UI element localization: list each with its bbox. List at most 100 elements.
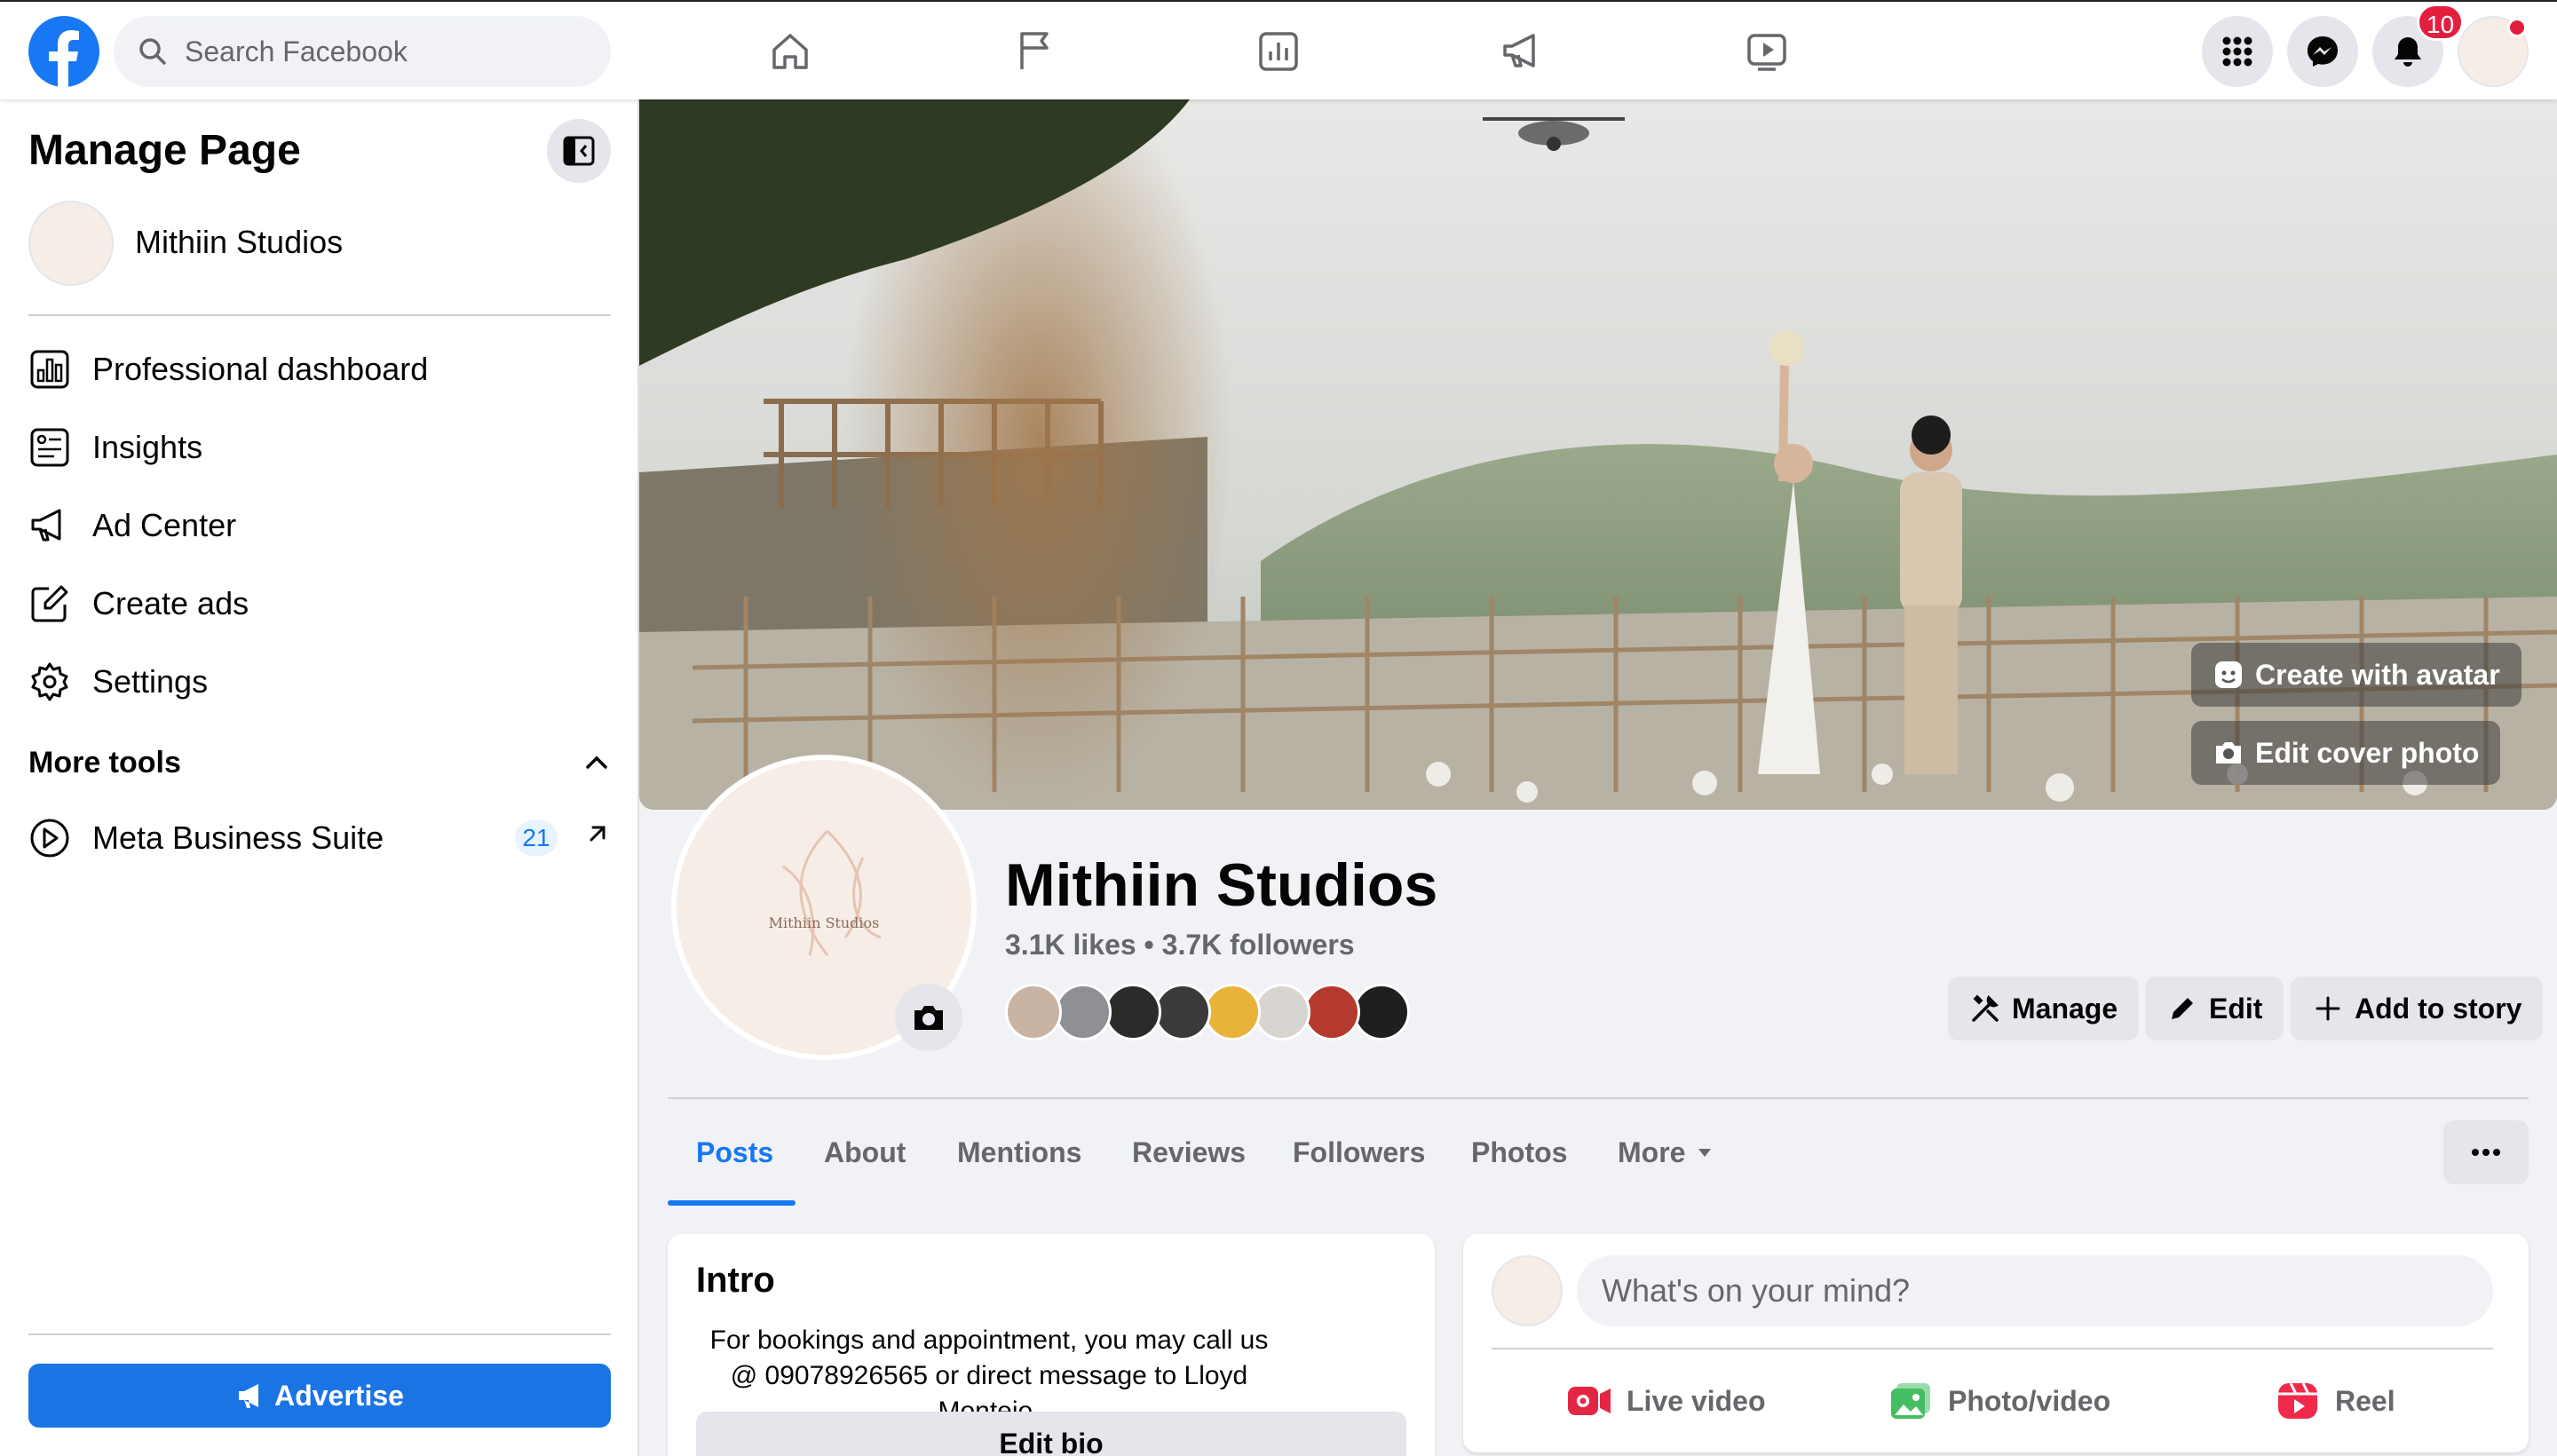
search-input[interactable] [185,35,575,68]
live-video-button[interactable]: Live video [1566,1369,1766,1433]
follower-avatar[interactable] [1055,984,1112,1041]
follower-avatar[interactable] [1204,984,1261,1041]
reel-icon [2275,1381,2321,1420]
meta-suite-count-badge: 21 [515,820,558,856]
edit-cover-photo-label: Edit cover photo [2255,736,2480,769]
sidebar-item-settings[interactable]: Settings [28,646,611,717]
sidebar-title: Manage Page [28,127,301,174]
plus-icon [2312,993,2344,1025]
reel-button[interactable]: Reel [2275,1369,2395,1433]
nav-ads-tab[interactable] [1478,16,1567,87]
live-video-icon [1566,1381,1612,1420]
sidebar-item-label: Create ads [92,585,249,621]
whats-on-your-mind-input[interactable]: What's on your mind? [1577,1255,2493,1326]
bell-icon [2390,34,2426,69]
video-icon [1744,28,1790,75]
messenger-button[interactable] [2287,16,2358,87]
flag-icon [1011,28,1057,75]
likes-followers-stats[interactable]: 3.1K likes • 3.7K followers [1005,929,1355,961]
tab-photos[interactable]: Photos [1471,1120,1567,1184]
notification-count-badge: 10 [2417,4,2465,41]
manage-button[interactable]: Manage [1948,977,2140,1041]
sidebar-item-ad-center[interactable]: Ad Center [28,490,611,561]
collapse-sidebar-button[interactable] [547,119,611,183]
sidebar-bottom-divider [28,1333,611,1335]
tab-more[interactable]: More [1618,1120,1715,1184]
sidebar-item-insights[interactable]: Insights [28,412,611,483]
follower-avatar[interactable] [1303,984,1360,1041]
tab-followers[interactable]: Followers [1293,1120,1425,1184]
profile-divider [668,1097,2529,1099]
account-status-dot [2507,18,2527,37]
ellipsis-icon [2470,1147,2502,1158]
nav-pages-tab[interactable] [990,16,1079,87]
composer-divider [1492,1348,2493,1349]
follower-avatars[interactable] [1005,984,1410,1041]
sidebar-item-label: Insights [92,429,203,465]
intro-card: Intro For bookings and appointment, you … [668,1234,1435,1456]
dashboard-icon [28,348,71,391]
edit-icon [28,582,71,625]
megaphone-icon [1500,28,1546,75]
photo-video-button[interactable]: Photo/video [1888,1369,2110,1433]
nav-home-tab[interactable] [746,16,835,87]
follower-avatar[interactable] [1104,984,1161,1041]
more-options-button[interactable] [2443,1120,2529,1184]
advertise-button[interactable]: Advertise [28,1364,611,1428]
follower-avatar[interactable] [1005,984,1062,1041]
insights-icon [28,426,71,469]
active-tab-indicator [668,1200,796,1206]
sidebar-item-label: Settings [92,663,209,700]
edit-page-button[interactable]: Edit [2145,977,2284,1041]
photo-video-label: Photo/video [1948,1384,2111,1417]
menu-button[interactable] [2202,16,2273,87]
logo-wordmark: Mithiin Studios [768,914,880,931]
facebook-page-manager: 10 Manage Page Mithiin Studios Professio… [0,0,2557,1456]
chevron-up-icon[interactable] [581,746,613,778]
create-with-avatar-label: Create with avatar [2255,658,2500,691]
messenger-icon [2305,34,2340,69]
edit-cover-photo-button[interactable]: Edit cover photo [2191,721,2501,785]
sidebar-item-create-ads[interactable]: Create ads [28,568,611,639]
megaphone-icon [235,1380,267,1412]
follower-avatar[interactable] [1353,984,1410,1041]
nav-video-tab[interactable] [1722,16,1811,87]
create-with-avatar-button[interactable]: Create with avatar [2191,643,2521,707]
sidebar-item-label: Meta Business Suite [92,819,384,856]
tab-reviews[interactable]: Reviews [1132,1120,1246,1184]
sidebar-item-professional-dashboard[interactable]: Professional dashboard [28,334,611,405]
manage-label: Manage [2012,992,2118,1025]
insights-icon [1255,28,1302,75]
tools-icon [1969,993,2001,1025]
edit-label: Edit [2209,992,2263,1025]
more-tools-heading: More tools [28,746,181,779]
camera-icon [2213,737,2244,769]
add-to-story-label: Add to story [2355,992,2522,1025]
add-to-story-button[interactable]: Add to story [2291,977,2544,1041]
page-name-heading: Mithiin Studios [1005,851,1438,919]
reel-label: Reel [2335,1384,2395,1417]
search-box[interactable] [114,16,611,87]
composer-avatar[interactable] [1492,1255,1563,1326]
tab-posts[interactable]: Posts [696,1120,773,1184]
follower-avatar[interactable] [1254,984,1310,1041]
pencil-icon [2166,993,2198,1025]
edit-bio-button[interactable]: Edit bio [696,1412,1406,1456]
post-composer-card: What's on your mind? Live video Photo/vi… [1463,1234,2529,1452]
avatar-icon [2213,659,2244,691]
update-profile-picture-button[interactable] [895,984,962,1051]
follower-avatar[interactable] [1154,984,1211,1041]
nav-insights-tab[interactable] [1234,16,1323,87]
camera-icon [911,1000,946,1035]
sidebar-divider [28,314,611,316]
cover-photo[interactable]: Create with avatar Edit cover photo [639,99,2557,810]
page-avatar[interactable] [28,201,114,286]
external-link-icon[interactable] [582,819,613,849]
tab-more-label: More [1618,1136,1686,1168]
home-icon [767,28,813,75]
manage-page-sidebar: Manage Page Mithiin Studios Professional… [0,99,639,1456]
tab-about[interactable]: About [824,1120,906,1184]
sidebar-page-name[interactable]: Mithiin Studios [135,224,343,261]
tab-mentions[interactable]: Mentions [957,1120,1081,1184]
facebook-logo-icon[interactable] [28,16,99,87]
